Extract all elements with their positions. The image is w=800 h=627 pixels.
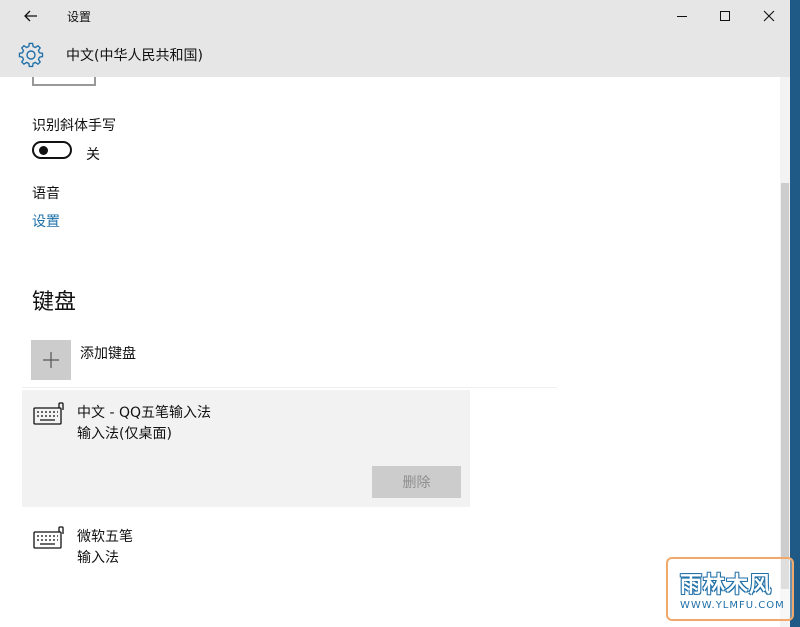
scrollbar-thumb[interactable] <box>781 183 789 589</box>
keyboard-section-title: 键盘 <box>32 290 77 315</box>
watermark-logo: 雨林木风 WWW.YLMFU.COM <box>666 557 794 621</box>
keyboard-item-ms-wubi[interactable]: 微软五笔 输入法 <box>22 514 470 574</box>
toggle-knob <box>39 146 48 155</box>
handwriting-label: 识别斜体手写 <box>32 118 116 134</box>
page-title: 中文(中华人民共和国) <box>66 48 203 64</box>
keyboard-icon <box>33 526 64 549</box>
keyboard-item-qq-wubi[interactable]: 中文 - QQ五笔输入法 输入法(仅桌面) 删除 <box>22 390 470 507</box>
settings-window: 设置 中文(中华人民共和国) 识别斜体手写 关 语音 设置 键盘 添加键盘 中文… <box>0 0 790 627</box>
divider <box>22 387 557 388</box>
speech-label: 语音 <box>32 186 60 202</box>
toggle-state-label: 关 <box>86 147 100 163</box>
add-keyboard-button[interactable] <box>31 340 71 380</box>
delete-button[interactable]: 删除 <box>372 466 461 498</box>
plus-icon <box>43 352 59 368</box>
minimize-button[interactable] <box>659 0 705 32</box>
speech-settings-link[interactable]: 设置 <box>32 211 60 231</box>
gear-icon <box>18 42 44 68</box>
keyboard-icon <box>33 402 64 425</box>
keyboard-item-type: 输入法 <box>77 550 119 566</box>
handwriting-toggle[interactable] <box>32 141 72 159</box>
close-button[interactable] <box>746 0 790 32</box>
maximize-icon <box>720 11 730 21</box>
watermark-text: 雨林木风 <box>680 573 773 598</box>
cropped-button-edge <box>32 77 96 86</box>
vertical-scrollbar[interactable] <box>780 77 790 627</box>
page-header: 中文(中华人民共和国) <box>0 32 790 77</box>
back-button[interactable] <box>14 4 48 28</box>
minimize-icon <box>677 16 687 17</box>
keyboard-item-name: 中文 - QQ五笔输入法 <box>77 405 211 421</box>
title-bar: 设置 <box>0 0 790 32</box>
window-title: 设置 <box>67 10 92 24</box>
add-keyboard-label[interactable]: 添加键盘 <box>80 343 136 363</box>
keyboard-item-type: 输入法(仅桌面) <box>77 426 172 442</box>
watermark-url: WWW.YLMFU.COM <box>680 600 785 611</box>
maximize-button[interactable] <box>702 0 748 32</box>
keyboard-item-name: 微软五笔 <box>77 529 133 545</box>
back-arrow-icon <box>24 10 37 22</box>
settings-content: 识别斜体手写 关 语音 设置 键盘 添加键盘 中文 - QQ五笔输入法 输入法(… <box>0 77 780 627</box>
close-icon <box>763 10 775 22</box>
